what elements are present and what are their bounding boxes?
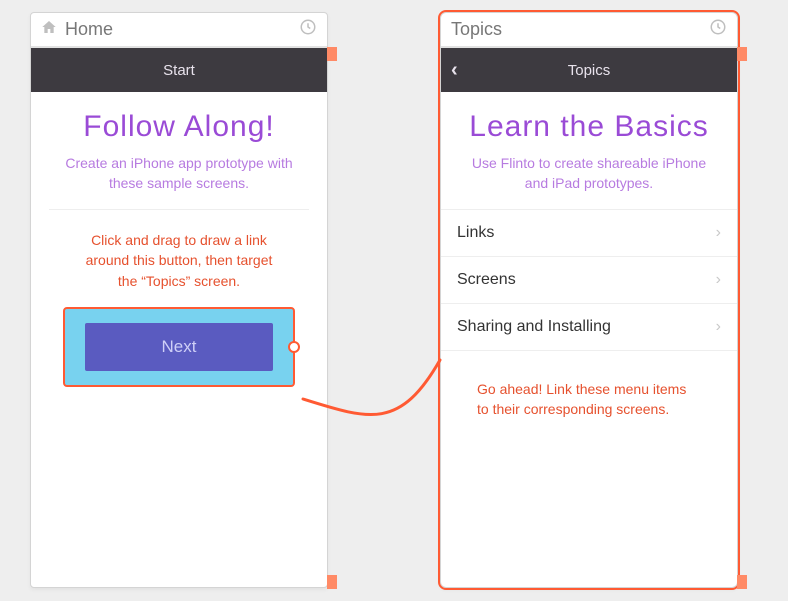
chevron-right-icon: › <box>716 318 721 336</box>
flag-icon[interactable] <box>327 47 337 61</box>
chevron-right-icon: › <box>716 224 721 242</box>
chevron-right-icon: › <box>716 271 721 289</box>
list-item[interactable]: Sharing and Installing › <box>441 303 737 351</box>
topics-list: Links › Screens › Sharing and Installing… <box>441 209 737 351</box>
screen-home[interactable]: Home Start Follow Along! Create an iPhon… <box>30 12 328 588</box>
list-item-label: Screens <box>457 271 516 289</box>
home-heading: Follow Along! <box>45 110 313 144</box>
topics-subtitle: Use Flinto to create shareable iPhone an… <box>467 154 711 193</box>
device-home: Start Follow Along! Create an iPhone app… <box>31 47 327 423</box>
device-topics: ‹ Topics Learn the Basics Use Flinto to … <box>441 47 737 420</box>
list-item-label: Links <box>457 224 494 242</box>
topics-hint: Go ahead! Link these menu items to their… <box>477 379 701 420</box>
list-item-label: Sharing and Installing <box>457 318 611 336</box>
navbar-topics: ‹ Topics <box>441 48 737 92</box>
screen-topics-title: Topics <box>451 19 502 40</box>
link-selection[interactable]: Next <box>63 307 295 387</box>
flag-icon[interactable] <box>737 47 747 61</box>
screen-home-title: Home <box>65 19 113 40</box>
list-item[interactable]: Links › <box>441 209 737 256</box>
home-icon <box>41 19 57 40</box>
home-subtitle: Create an iPhone app prototype with thes… <box>57 154 301 193</box>
navbar-title: Topics <box>568 62 611 79</box>
screen-topics-titlebar: Topics <box>441 13 737 47</box>
screen-topics[interactable]: Topics ‹ Topics Learn the Basics Use Fli… <box>440 12 738 588</box>
back-icon[interactable]: ‹ <box>451 59 458 82</box>
home-hint: Click and drag to draw a link around thi… <box>75 230 283 291</box>
link-handle[interactable] <box>288 341 300 353</box>
topics-heading: Learn the Basics <box>455 110 723 144</box>
screen-home-titlebar: Home <box>31 13 327 47</box>
next-button[interactable]: Next <box>85 323 273 371</box>
flag-icon[interactable] <box>327 575 337 589</box>
navbar-home: Start <box>31 48 327 92</box>
navbar-title: Start <box>163 62 195 79</box>
list-item[interactable]: Screens › <box>441 256 737 303</box>
flag-icon[interactable] <box>737 575 747 589</box>
clock-icon[interactable] <box>709 18 727 41</box>
clock-icon[interactable] <box>299 18 317 41</box>
